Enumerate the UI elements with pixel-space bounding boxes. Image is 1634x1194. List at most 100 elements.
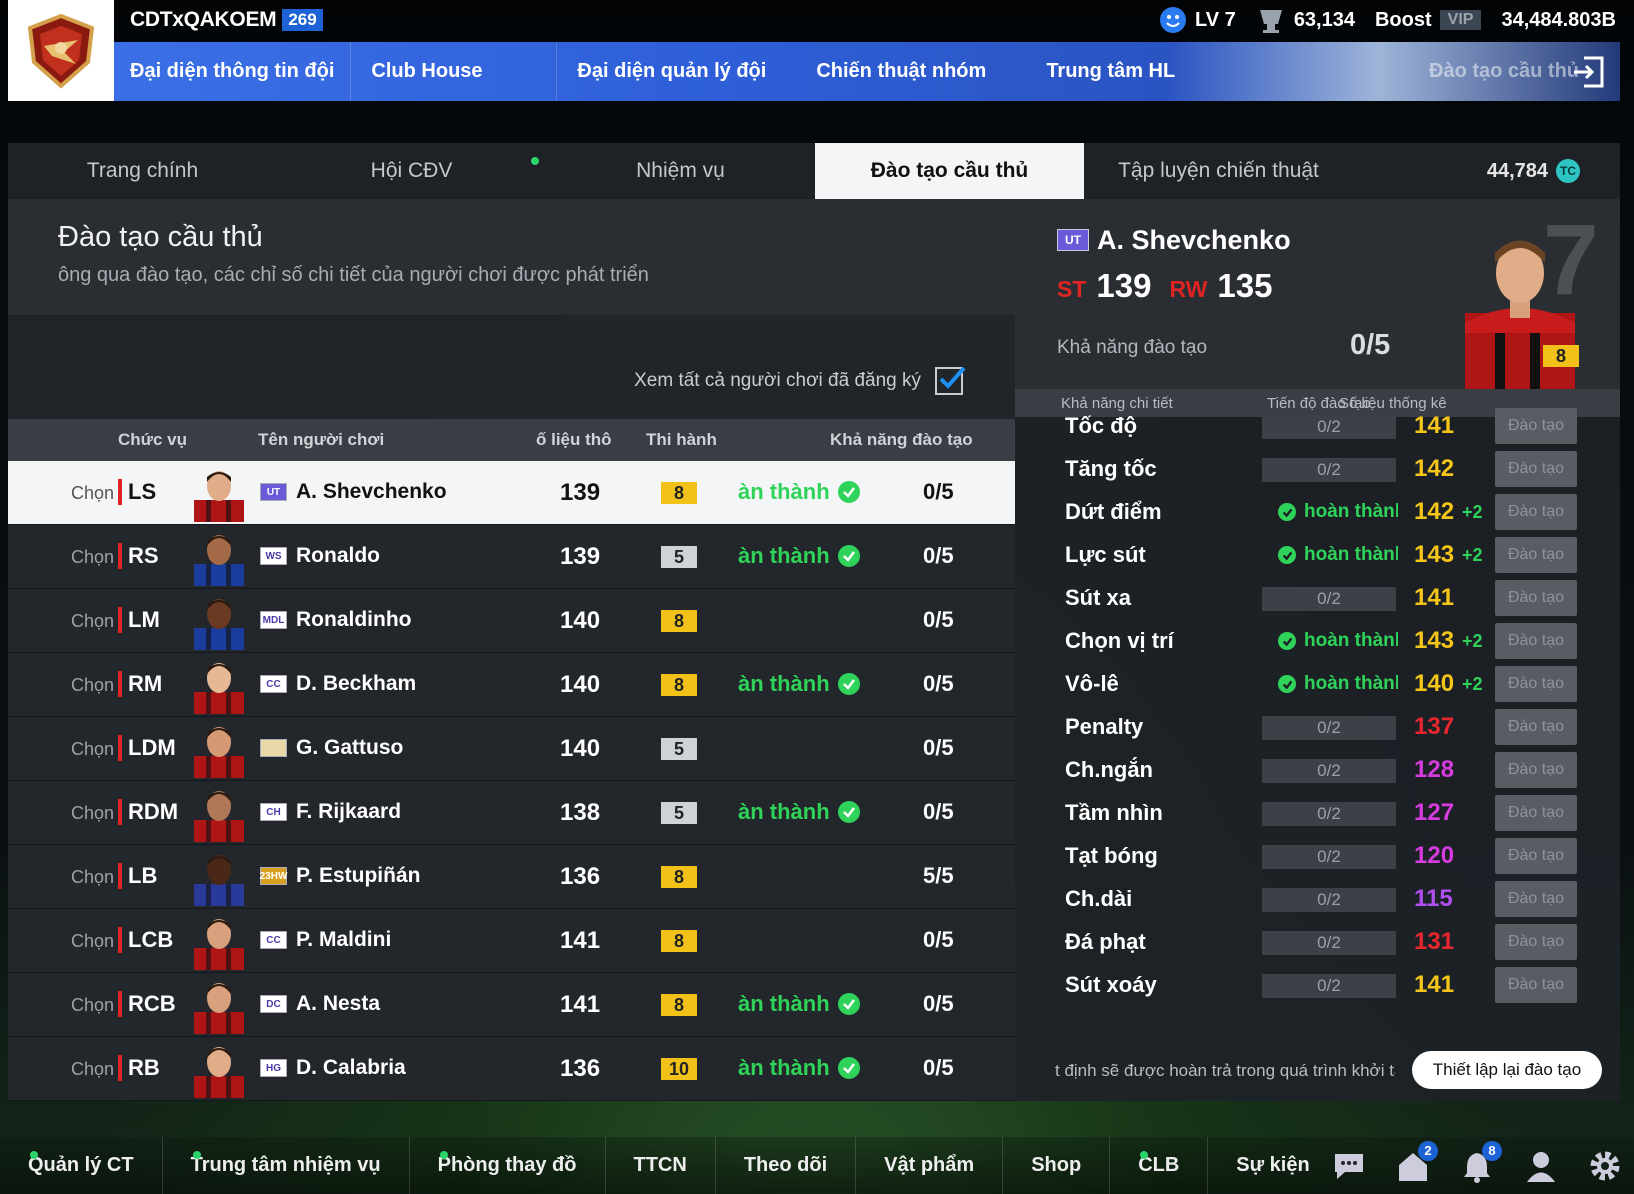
player-name: G. Gattuso: [296, 736, 404, 759]
training-count: 0/5: [923, 927, 954, 952]
train-button[interactable]: Đào tạo: [1495, 537, 1577, 573]
train-button[interactable]: Đào tạo: [1495, 838, 1577, 874]
boost-label[interactable]: Boost: [1375, 9, 1432, 32]
grade-badge: 5: [661, 802, 697, 824]
select-label[interactable]: Chọn: [71, 611, 114, 632]
bottom-follow[interactable]: Theo dõi: [716, 1137, 857, 1194]
completed-label: àn thành: [738, 671, 830, 696]
train-button[interactable]: Đào tạo: [1495, 580, 1577, 616]
attribute-row: Lực sút hoàn thành 143 +2 Đào tạo: [1015, 534, 1620, 578]
tab-main[interactable]: Trang chính: [8, 143, 277, 199]
select-label[interactable]: Chọn: [71, 675, 114, 696]
vip-badge[interactable]: VIP: [1439, 10, 1482, 30]
progress-bar: 0/2: [1262, 759, 1396, 783]
train-button[interactable]: Đào tạo: [1495, 623, 1577, 659]
completed-status: àn thành: [738, 991, 860, 1017]
bottom-club[interactable]: CLB: [1110, 1137, 1209, 1194]
table-row[interactable]: Chọn RB HG D. Calabria 136 10 àn thành 0…: [8, 1037, 1015, 1101]
table-row[interactable]: Chọn LB 23HW P. Estupiñán 136 8 5/5: [8, 845, 1015, 909]
train-button[interactable]: Đào tạo: [1495, 967, 1577, 1003]
train-button[interactable]: Đào tạo: [1495, 408, 1577, 444]
tab-missions[interactable]: Nhiệm vụ: [546, 143, 815, 199]
table-row[interactable]: Chọn RCB DC A. Nesta 141 8 àn thành 0/5: [8, 973, 1015, 1037]
nav-team-info[interactable]: Đại diện thông tin đội: [114, 42, 352, 101]
nav-manager[interactable]: Đại diện quản lý đội: [557, 42, 786, 101]
player-ovr: 139: [560, 543, 601, 570]
player-name: P. Maldini: [296, 928, 392, 951]
check-icon: [939, 366, 966, 389]
club-logo[interactable]: [8, 0, 114, 101]
position-tag: RS: [118, 543, 159, 569]
chat-icon[interactable]: [1330, 1147, 1368, 1185]
reset-training-button[interactable]: Thiết lập lại đào tạo: [1412, 1051, 1602, 1089]
training-coins: 44,784 TC: [1487, 143, 1580, 199]
select-label[interactable]: Chọn: [71, 739, 114, 760]
player-name: P. Estupiñán: [296, 864, 421, 887]
table-row[interactable]: Chọn LDM G. Gattuso 140 5 0/5: [8, 717, 1015, 781]
bottom-events[interactable]: Sự kiện: [1208, 1137, 1337, 1194]
attribute-row: Tạt bóng 0/2 120 Đào tạo: [1015, 835, 1620, 879]
train-button[interactable]: Đào tạo: [1495, 494, 1577, 530]
settings-gear-icon[interactable]: [1586, 1147, 1624, 1185]
train-button[interactable]: Đào tạo: [1495, 709, 1577, 745]
table-row[interactable]: Chọn RS WS Ronaldo 139 5 àn thành 0/5: [8, 525, 1015, 589]
tc-coin-icon: TC: [1556, 159, 1580, 183]
train-button[interactable]: Đào tạo: [1495, 666, 1577, 702]
select-label[interactable]: Chọn: [71, 995, 114, 1016]
tab-fan-club-label: Hội CĐV: [370, 159, 453, 182]
profile-icon[interactable]: [1522, 1147, 1560, 1185]
bottom-team-management[interactable]: Quản lý CT: [0, 1137, 163, 1194]
club-crest-icon: [27, 13, 95, 89]
bottom-ttcn[interactable]: TTCN: [606, 1137, 716, 1194]
table-row[interactable]: Chọn RM CC D. Beckham 140 8 àn thành 0/5: [8, 653, 1015, 717]
checkbox-checked[interactable]: [935, 366, 966, 395]
view-all-toggle[interactable]: Xem tất cả người chơi đã đăng ký: [634, 366, 966, 395]
attribute-row: Tốc độ 0/2 141 Đào tạo: [1015, 405, 1620, 449]
position-1: ST: [1057, 276, 1087, 302]
table-row[interactable]: Chọn LS UT A. Shevchenko 139 8 àn thành …: [8, 461, 1015, 525]
bottom-items[interactable]: Vật phẩm: [856, 1137, 1004, 1194]
attribute-value: 142: [1414, 455, 1455, 482]
table-row[interactable]: Chọn LM MDL Ronaldinho 140 8 0/5: [8, 589, 1015, 653]
select-label[interactable]: Chọn: [71, 547, 114, 568]
tab-tactical-practice[interactable]: Tập luyện chiến thuật: [1084, 143, 1353, 199]
bell-badge: 8: [1482, 1140, 1502, 1161]
table-row[interactable]: Chọn LCB CC P. Maldini 141 8 0/5: [8, 909, 1015, 973]
train-button[interactable]: Đào tạo: [1495, 795, 1577, 831]
train-button[interactable]: Đào tạo: [1495, 924, 1577, 960]
select-label[interactable]: Chọn: [71, 867, 114, 888]
train-button[interactable]: Đào tạo: [1495, 451, 1577, 487]
nav-training-center[interactable]: Trung tâm HL: [1006, 42, 1195, 101]
select-label[interactable]: Chọn: [71, 931, 114, 952]
bottom-locker-room[interactable]: Phòng thay đồ: [410, 1137, 606, 1194]
bottom-shop[interactable]: Shop: [1003, 1137, 1111, 1194]
player-avatar: [194, 663, 244, 714]
table-row[interactable]: Chọn RDM CH F. Rijkaard 138 5 àn thành 0…: [8, 781, 1015, 845]
train-button[interactable]: Đào tạo: [1495, 752, 1577, 788]
bottom-label: Shop: [1031, 1154, 1082, 1176]
nav-club-house[interactable]: Club House: [351, 42, 558, 101]
check-circle-icon: [837, 801, 860, 823]
home-icon[interactable]: 2: [1394, 1140, 1438, 1185]
attribute-name: Lực sút: [1065, 542, 1146, 567]
exit-icon[interactable]: [1570, 54, 1606, 90]
player-ovr: 139: [560, 479, 601, 506]
attribute-value: 142: [1414, 498, 1455, 525]
tab-fan-club[interactable]: Hội CĐV: [277, 143, 546, 199]
select-label[interactable]: Chọn: [71, 483, 114, 504]
col-position: Chức vụ: [118, 430, 187, 449]
check-circle-icon: [1278, 675, 1296, 693]
nav-tactics[interactable]: Chiến thuật nhóm: [786, 42, 1006, 101]
tab-player-training[interactable]: Đào tạo cầu thủ: [815, 143, 1084, 199]
select-label[interactable]: Chọn: [71, 1059, 114, 1080]
card-season-icon: WS: [260, 547, 287, 565]
position-tag: RB: [118, 1055, 160, 1081]
bottom-label: TTCN: [633, 1154, 687, 1176]
completed-label: àn thành: [738, 991, 830, 1016]
train-button[interactable]: Đào tạo: [1495, 881, 1577, 917]
training-capacity-label: Khả năng đào tạo: [1057, 337, 1208, 358]
attribute-name: Dứt điểm: [1065, 499, 1162, 524]
bottom-mission-center[interactable]: Trung tâm nhiệm vụ: [163, 1137, 410, 1194]
bell-icon[interactable]: 8: [1458, 1140, 1502, 1185]
select-label[interactable]: Chọn: [71, 803, 114, 824]
